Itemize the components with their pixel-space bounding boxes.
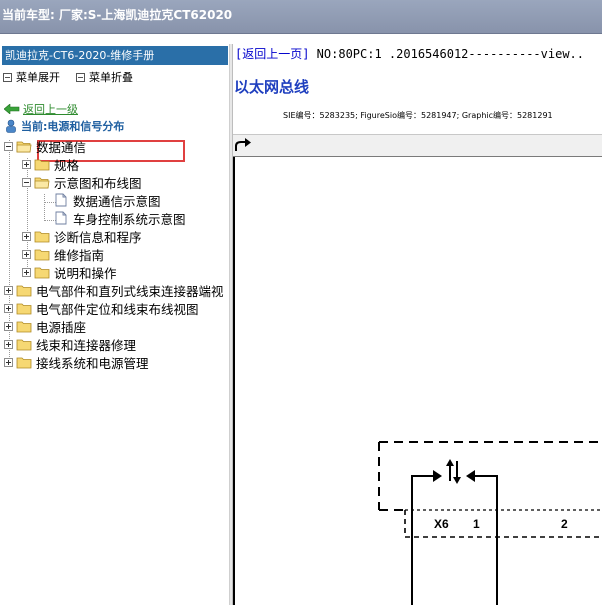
expand-node-icon[interactable] — [4, 321, 13, 331]
expand-node-icon[interactable] — [22, 159, 31, 169]
tree-item-label: 车身控制系统示意图 — [73, 211, 186, 227]
tree-item-body-control-schematic[interactable]: 车身控制系统示意图 — [55, 209, 186, 227]
page-nav-line: [返回上一页] NO:80PC:1 .2016546012----------v… — [235, 45, 584, 62]
expand-node-icon[interactable] — [22, 249, 31, 259]
expand-node-icon[interactable] — [4, 339, 13, 349]
expand-icon — [3, 72, 12, 82]
navigation-panel: 凯迪拉克-CT6-2020-维修手册 菜单展开 菜单折叠 返回上一级 当前:电源… — [0, 44, 229, 605]
title-bar: 当前车型: 厂家:S-上海凯迪拉克CT62020 — [0, 0, 602, 34]
document-title: 以太网总线 — [234, 78, 310, 96]
folder-icon — [34, 249, 50, 260]
tree-item-description-operation[interactable]: 说明和操作 — [22, 263, 117, 281]
tree-item-label: 规格 — [54, 157, 80, 173]
folder-open-icon — [34, 177, 50, 188]
tree-item-electrical-components-connectors[interactable]: 电气部件和直列式线束连接器端视 — [4, 281, 224, 299]
tree-item-label: 维修指南 — [54, 247, 105, 263]
folder-icon — [16, 303, 32, 314]
tree-item-label: 数据通信示意图 — [73, 193, 161, 209]
wire-arrow-right — [433, 470, 442, 482]
diagram-toolbar — [233, 135, 602, 157]
folder-icon — [16, 357, 32, 368]
ethernet-bus-diagram: X6 1 2 — [378, 441, 602, 605]
connector-label: X6 — [434, 517, 449, 531]
manual-header: 凯迪拉克-CT6-2020-维修手册 — [2, 46, 228, 65]
document-icon — [55, 193, 67, 207]
back-page-link[interactable]: [返回上一页] — [235, 47, 309, 61]
tree-item-label: 数据通信 — [36, 139, 87, 155]
expand-node-icon[interactable] — [4, 357, 13, 367]
pin-1-label: 1 — [473, 517, 480, 531]
tree-item-diagnostics[interactable]: 诊断信息和程序 — [22, 227, 142, 245]
collapse-icon — [76, 72, 85, 82]
person-icon — [4, 119, 18, 133]
page-nav-info: NO:80PC:1 .2016546012----------view.. — [309, 47, 584, 61]
pin-2-label: 2 — [561, 517, 568, 531]
tree-item-label: 接线系统和电源管理 — [36, 355, 149, 371]
tree-item-label: 说明和操作 — [54, 265, 117, 281]
back-up-level-label: 返回上一级 — [23, 103, 78, 116]
wire-arrow-left — [466, 470, 475, 482]
current-location-label: 当前:电源和信号分布 — [21, 120, 125, 133]
tree-item-specifications[interactable]: 规格 — [22, 155, 79, 173]
tree-item-schematics[interactable]: 示意图和布线图 — [22, 173, 142, 191]
folder-icon — [34, 267, 50, 278]
tree-item-power-outlets[interactable]: 电源插座 — [4, 317, 86, 335]
tree-item-label: 电源插座 — [36, 319, 87, 335]
folder-icon — [16, 321, 32, 332]
diagram-canvas: X6 1 2 — [233, 157, 602, 605]
document-icon — [55, 211, 67, 225]
content-panel: [返回上一页] NO:80PC:1 .2016546012----------v… — [233, 44, 602, 605]
window-title: 当前车型: 厂家:S-上海凯迪拉克CT62020 — [2, 8, 233, 22]
tree-item-wiring-power-management[interactable]: 接线系统和电源管理 — [4, 353, 149, 371]
forward-arrow-icon[interactable] — [234, 138, 252, 152]
tree-item-repair-guide[interactable]: 维修指南 — [22, 245, 104, 263]
current-location: 当前:电源和信号分布 — [4, 118, 124, 134]
expand-node-icon[interactable] — [4, 303, 13, 313]
folder-open-icon — [16, 141, 32, 152]
folder-icon — [34, 159, 50, 170]
tree-item-component-locations[interactable]: 电气部件定位和线束布线视图 — [4, 299, 199, 317]
collapse-menu-label: 菜单折叠 — [89, 71, 133, 84]
tree-item-harness-connector-repair[interactable]: 线束和连接器修理 — [4, 335, 136, 353]
tree-item-label: 线束和连接器修理 — [36, 337, 137, 353]
back-arrow-icon — [4, 104, 20, 114]
collapse-menu-button[interactable]: 菜单折叠 — [76, 69, 133, 85]
expand-node-icon[interactable] — [22, 267, 31, 277]
tree-item-label: 电气部件和直列式线束连接器端视 — [36, 283, 224, 299]
expand-node-icon[interactable] — [22, 231, 31, 241]
tree-item-label: 诊断信息和程序 — [54, 229, 142, 245]
tree-item-data-communication-schematic[interactable]: 数据通信示意图 — [55, 191, 161, 209]
document-ids: SIE编号：5283235; FigureSio编号：5281947; Grap… — [283, 111, 553, 120]
folder-icon — [16, 339, 32, 350]
folder-icon — [34, 231, 50, 242]
tree-item-data-communication[interactable]: 数据通信 — [4, 137, 86, 155]
tree-item-label: 示意图和布线图 — [54, 175, 142, 191]
collapse-node-icon[interactable] — [4, 141, 13, 151]
expand-menu-label: 菜单展开 — [16, 71, 60, 84]
collapse-node-icon[interactable] — [22, 177, 31, 187]
menu-toolbar: 菜单展开 菜单折叠 — [2, 67, 228, 85]
folder-icon — [16, 285, 32, 296]
expand-node-icon[interactable] — [4, 285, 13, 295]
expand-menu-button[interactable]: 菜单展开 — [3, 69, 60, 85]
back-up-level-link[interactable]: 返回上一级 — [4, 101, 78, 117]
tree-item-label: 电气部件定位和线束布线视图 — [36, 301, 199, 317]
